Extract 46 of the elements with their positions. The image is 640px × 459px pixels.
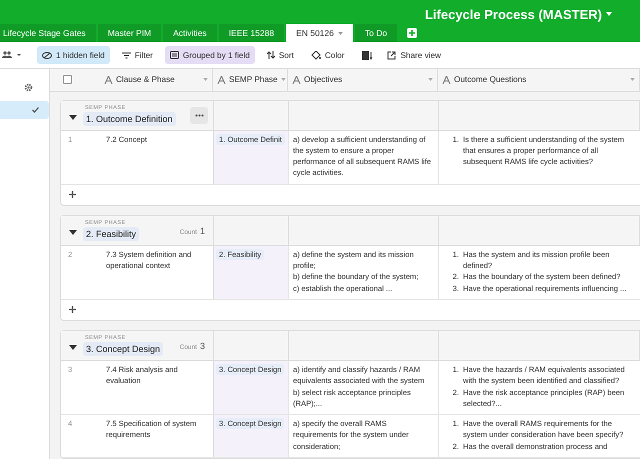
row-height-icon[interactable] [362,50,374,60]
sort-icon [266,51,275,59]
add-tab-icon[interactable] [407,28,418,38]
tab[interactable]: IEEE 15288 [218,24,284,42]
share-view-button[interactable]: Share view [382,46,446,64]
filter-button[interactable]: Filter [116,46,158,64]
paint-bucket-icon [310,50,321,60]
column-header[interactable]: Clause & Phase [100,69,213,91]
column-header[interactable]: SEMP Phase [213,69,288,91]
add-row-icon[interactable] [69,191,76,198]
add-row-icon[interactable] [69,306,76,314]
caret-icon[interactable] [606,12,612,16]
caret-icon[interactable] [338,32,343,34]
hidden-fields-button[interactable]: 1 hidden field [37,46,110,64]
field-type-icon [217,76,226,84]
more-icon [194,114,204,117]
collapse-caret-icon[interactable] [69,230,77,235]
group-name: 1. Outcome Definition [83,112,176,126]
eye-slash-icon [42,52,52,58]
tab[interactable]: EN 50126 [286,24,353,42]
select-all-checkbox[interactable] [63,75,72,84]
sort-button[interactable]: Sort [262,46,299,64]
people-icon[interactable] [2,51,22,59]
count-value: 1 [200,226,205,236]
field-type-icon [104,76,113,84]
column-header[interactable]: Outcome Questions [438,69,640,91]
tab[interactable]: Master PIM [98,24,162,42]
tab[interactable]: Activities [163,24,217,42]
group-name: 3. Concept Design [83,342,164,356]
field-type-icon [292,76,301,84]
more-button[interactable] [190,106,208,124]
share-icon [387,50,396,60]
group-button[interactable]: Grouped by 1 field [164,46,255,64]
tab[interactable]: To Do [354,24,398,42]
group-icon [170,51,179,59]
collapse-caret-icon[interactable] [69,114,77,120]
settings-icon[interactable] [24,83,33,92]
check-icon [32,107,39,113]
filter-icon [122,52,131,58]
group-name: 2. Feasibility [83,226,140,241]
tab[interactable]: Lifecycle Stage Gates [0,24,96,42]
column-header[interactable]: Objectives [288,69,438,91]
field-type-icon [442,76,451,84]
color-button[interactable]: Color [306,46,350,64]
collapse-caret-icon[interactable] [69,344,77,350]
count-value: 3 [200,341,205,352]
